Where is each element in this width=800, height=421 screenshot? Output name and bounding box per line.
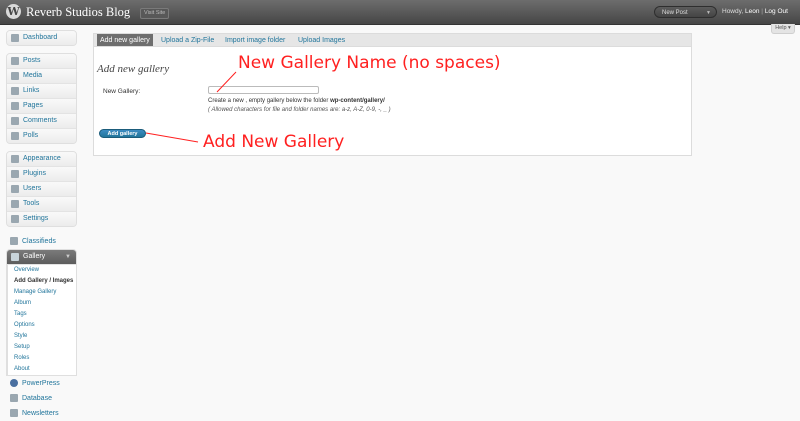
annotation-line-add — [145, 132, 199, 143]
annotation-add-gallery: Add New Gallery — [203, 132, 345, 152]
annotation-line-name — [216, 71, 237, 93]
annotation-gallery-name: New Gallery Name (no spaces) — [238, 53, 501, 73]
